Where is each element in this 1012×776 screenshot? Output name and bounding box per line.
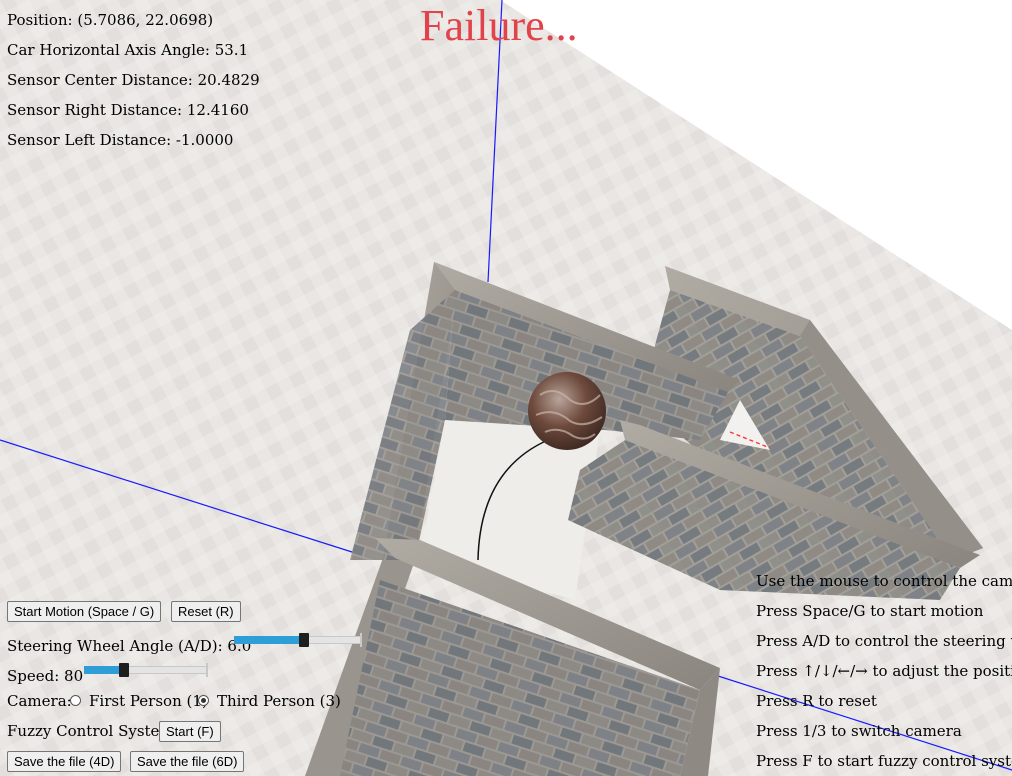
- start-motion-button[interactable]: Start Motion (Space / G): [7, 601, 162, 622]
- position-readout: Position: (5.7086, 22.0698): [7, 11, 214, 29]
- help-line-steering: Press A/D to control the steering wheel: [756, 632, 1012, 650]
- camera-first-person-radio[interactable]: [70, 695, 81, 706]
- steering-slider[interactable]: [234, 632, 362, 648]
- sensor-right-readout: Sensor Right Distance: 12.4160: [7, 101, 249, 119]
- speed-slider-end: [206, 663, 208, 677]
- help-line-camera: Press 1/3 to switch camera: [756, 722, 962, 740]
- steering-label: Steering Wheel Angle (A/D): 6.0: [7, 637, 252, 655]
- camera-third-person-radio[interactable]: [198, 695, 209, 706]
- sensor-left-readout: Sensor Left Distance: -1.0000: [7, 131, 234, 149]
- car-angle-readout: Car Horizontal Axis Angle: 53.1: [7, 41, 249, 59]
- car-ball: [528, 372, 606, 450]
- speed-slider-fill: [84, 666, 124, 674]
- help-line-reset: Press R to reset: [756, 692, 877, 710]
- speed-label: Speed: 80: [7, 667, 84, 685]
- camera-third-person-label[interactable]: Third Person (3): [217, 692, 341, 710]
- help-line-position: Press ↑/↓/←/→ to adjust the position: [756, 662, 1012, 680]
- steering-slider-thumb[interactable]: [299, 633, 309, 647]
- help-line-start-motion: Press Space/G to start motion: [756, 602, 984, 620]
- speed-slider-thumb[interactable]: [119, 663, 129, 677]
- camera-label: Camera:: [7, 692, 72, 710]
- help-line-mouse: Use the mouse to control the camera: [756, 572, 1012, 590]
- status-message: Failure...: [420, 1, 578, 50]
- help-line-fuzzy: Press F to start fuzzy control system: [756, 752, 1012, 770]
- reset-button[interactable]: Reset (R): [171, 601, 241, 622]
- steering-slider-fill: [234, 636, 304, 644]
- sensor-center-readout: Sensor Center Distance: 20.4829: [7, 71, 260, 89]
- fuzzy-start-button[interactable]: Start (F): [159, 721, 221, 742]
- save-6d-button[interactable]: Save the file (6D): [130, 751, 245, 772]
- camera-first-person-label[interactable]: First Person (1): [89, 692, 208, 710]
- steering-slider-end: [360, 633, 362, 647]
- fuzzy-control-label: Fuzzy Control System:: [7, 722, 179, 740]
- save-4d-button[interactable]: Save the file (4D): [7, 751, 122, 772]
- speed-slider[interactable]: [84, 662, 208, 678]
